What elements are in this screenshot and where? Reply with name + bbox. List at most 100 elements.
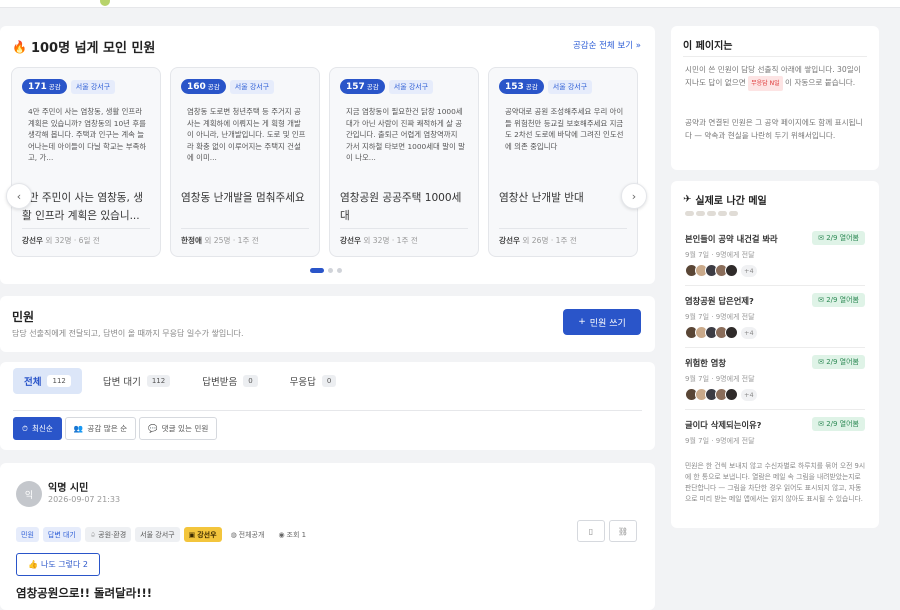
minwon-header: 민원 담당 선출직에게 전달되고, 답변이 올 때까지 무응답 일수가 쌓입니다… <box>0 296 655 352</box>
tree-icon: ♤ <box>89 530 97 539</box>
tag-status: 답변 대기 <box>42 527 81 542</box>
agree-count-badge: 171 공감 <box>22 79 67 94</box>
recipient-avatar <box>725 264 738 277</box>
post-date: 2026-09-07 21:33 <box>48 495 121 504</box>
carousel-next-button[interactable]: › <box>621 183 647 209</box>
write-button-label: 민원 쓰기 <box>589 318 626 329</box>
sort-most-agreed-button[interactable]: 👥 공감 많은 순 <box>64 417 137 440</box>
divider <box>685 285 865 286</box>
mail-item-meta: 9월 7일 · 9명에게 전달 <box>685 251 755 259</box>
carousel-dot[interactable] <box>337 268 342 273</box>
tag-type: 민원 <box>16 527 39 542</box>
region-tag: 서울 강서구 <box>70 79 116 94</box>
status-tabs: 전체 112 답변 대기 112 답변받음 0 무응답 0 <box>13 368 357 394</box>
minwon-post[interactable]: 익 익명 시민 2026-09-07 21:33 민원 답변 대기 ♤ 공원·환경… <box>0 463 655 610</box>
share-link-button[interactable]: ⛓ <box>609 520 637 542</box>
sent-mail-panel: ✈ 실제로 나간 메일 본인들이 공약 내건걸 봐라 ✉ 2/9 열어봄 9월 7… <box>671 181 879 528</box>
card-title: 염창산 난개발 반대 <box>499 192 584 204</box>
carousel-dots <box>310 268 342 273</box>
agree-count-badge: 157 공감 <box>340 79 385 94</box>
featured-title: 🔥 100명 넘게 모인 민원 <box>12 37 156 57</box>
featured-card[interactable]: 157 공감 서울 강서구 지금 염창동이 필요한건 닭장 1000세대가 아닌 사… <box>329 67 479 257</box>
section-title: 민원 <box>12 310 35 324</box>
eye-icon: ◉ <box>278 530 285 539</box>
card-title: 4만 주민이 사는 염창동, 생활 인프라 계획은 있습니... <box>22 192 144 222</box>
chevron-right-icon: › <box>631 189 637 203</box>
tag-views: ◉ 조회 1 <box>278 530 307 539</box>
region-tag: 서울 강서구 <box>229 79 275 94</box>
top-nav-bar <box>0 0 900 8</box>
recipient-faces: +4 <box>685 326 757 339</box>
section-description: 담당 선출직에게 전달되고, 답변이 올 때까지 무응답 일수가 쌓입니다. <box>12 329 244 338</box>
featured-card[interactable]: 160 공감 서울 강서구 염창동 도로변 청년주택 등 주거지 공사는 계획하에 … <box>170 67 320 257</box>
post-tags: 민원 답변 대기 ♤ 공원·환경 서울 강서구 ▣ 강선우 ◍ 전체공개 ◉ 조회 1 <box>16 527 311 542</box>
envelope-icon: ✉ <box>818 296 824 304</box>
sort-latest-button[interactable]: ⏱ 최신순 <box>13 417 62 440</box>
card-title: 염창동 난개발을 멈춰주세요 <box>181 192 305 204</box>
write-minwon-button[interactable]: + 민원 쓰기 <box>563 309 641 335</box>
divider <box>13 410 642 411</box>
tab-count: 0 <box>243 375 258 387</box>
person-badge-icon: ▣ <box>188 530 196 539</box>
card-meta: 강선우 외 32명 · 1주 전 <box>340 228 468 246</box>
more-recipients-count: +4 <box>741 388 757 401</box>
about-text: 시민이 쓴 민원이 담당 선출직 아래에 쌓입니다. 30일이 지나도 답이 없… <box>685 63 869 91</box>
tab-waiting[interactable]: 답변 대기 112 <box>92 368 181 394</box>
mail-prev-faces <box>685 211 738 216</box>
agree-count-badge: 160 공감 <box>181 79 226 94</box>
avatar: 익 <box>16 481 42 507</box>
tab-all[interactable]: 전체 112 <box>13 368 82 394</box>
envelope-icon: ✉ <box>818 234 824 242</box>
fire-icon: 🔥 <box>12 39 27 54</box>
thumbs-up-icon: 👍 <box>28 560 38 569</box>
card-body: 염창동 도로변 청년주택 등 주거지 공사는 계획하에 이뤄지는 게 획형 개발… <box>187 107 306 163</box>
carousel-prev-button[interactable]: ‹ <box>6 183 32 209</box>
mail-note: 민원은 한 건씩 보내지 않고 수신자별로 하루치를 묶어 오전 9시에 한 통… <box>685 462 866 503</box>
mail-item-meta: 9월 7일 · 9명에게 전달 <box>685 375 755 383</box>
opened-badge: ✉ 2/9 열어봄 <box>812 355 865 369</box>
opened-badge: ✉ 2/9 열어봄 <box>812 417 865 431</box>
carousel-dot[interactable] <box>310 268 324 273</box>
envelope-icon: ✉ <box>818 358 824 366</box>
mail-item-title: 본인들이 공약 내건걸 봐라 <box>685 234 778 244</box>
bookmark-button[interactable]: ▯ <box>577 520 605 542</box>
mail-title: ✈ 실제로 나간 메일 <box>683 194 767 207</box>
tab-answered[interactable]: 답변받음 0 <box>191 368 268 394</box>
plus-icon: + <box>578 317 586 327</box>
card-meta: 한정애 외 25명 · 1주 전 <box>181 228 309 246</box>
card-meta: 강선우 외 32명 · 6일 전 <box>22 228 150 246</box>
card-body: 4만 주민이 사는 염창동, 생활 인프라 계획은 있습니까? 염창동의 10년… <box>28 107 147 163</box>
recipient-faces: +4 <box>685 264 757 277</box>
carousel-dot[interactable] <box>328 268 333 273</box>
paper-plane-icon: ✈ <box>683 194 692 205</box>
chevron-left-icon: ‹ <box>16 189 22 203</box>
tag-region: 서울 강서구 <box>135 527 180 542</box>
globe-icon: ◍ <box>230 530 237 539</box>
card-body: 지금 염창동이 필요한건 닭장 1000세대가 아닌 사람이 진짜 쾌적하게 살… <box>346 107 465 163</box>
sort-with-comments-button[interactable]: 💬 댓글 있는 민원 <box>139 417 218 440</box>
tag-category: ♤ 공원·환경 <box>84 527 132 542</box>
agree-button[interactable]: 👍 나도 그렇다 2 <box>16 553 100 576</box>
agree-count-badge: 153 공감 <box>499 79 544 94</box>
clock-icon: ⏱ <box>22 423 28 433</box>
card-body: 공약대로 공원 조성해주세요 우리 아이들 위험천만 등교길 보호해주세요 지금… <box>505 107 624 151</box>
region-tag: 서울 강서구 <box>388 79 434 94</box>
tag-official[interactable]: ▣ 강선우 <box>183 527 222 542</box>
featured-card[interactable]: 171 공감 서울 강서구 4만 주민이 사는 염창동, 생활 인프라 계획은 있습… <box>11 67 161 257</box>
featured-section: 🔥 100명 넘게 모인 민원 공감순 전체 보기 » 171 공감 서울 강서구 … <box>0 26 655 284</box>
filter-panel: 전체 112 답변 대기 112 답변받음 0 무응답 0 ⏱ 최신순 👥 공감 많은 순 … <box>0 362 655 450</box>
featured-more-link[interactable]: 공감순 전체 보기 » <box>573 39 641 51</box>
mail-item-title: 위험한 염창 <box>685 358 727 368</box>
no-response-badge: 무응답 N일 <box>748 76 783 91</box>
logo-dot <box>100 0 110 6</box>
featured-title-text: 100명 넘게 모인 민원 <box>30 41 156 56</box>
featured-card[interactable]: 153 공감 서울 강서구 공약대로 공원 조성해주세요 우리 아이들 위험천만 등… <box>488 67 638 257</box>
tab-no-response[interactable]: 무응답 0 <box>279 368 348 394</box>
divider <box>683 56 867 57</box>
card-meta: 강선우 외 26명 · 1주 전 <box>499 228 627 246</box>
bookmark-icon: ▯ <box>588 526 594 536</box>
mail-item-meta: 9월 7일 · 9명에게 전달 <box>685 437 755 445</box>
recipient-avatar <box>725 388 738 401</box>
opened-badge: ✉ 2/9 열어봄 <box>812 231 865 245</box>
sort-options: ⏱ 최신순 👥 공감 많은 순 💬 댓글 있는 민원 <box>13 417 218 440</box>
